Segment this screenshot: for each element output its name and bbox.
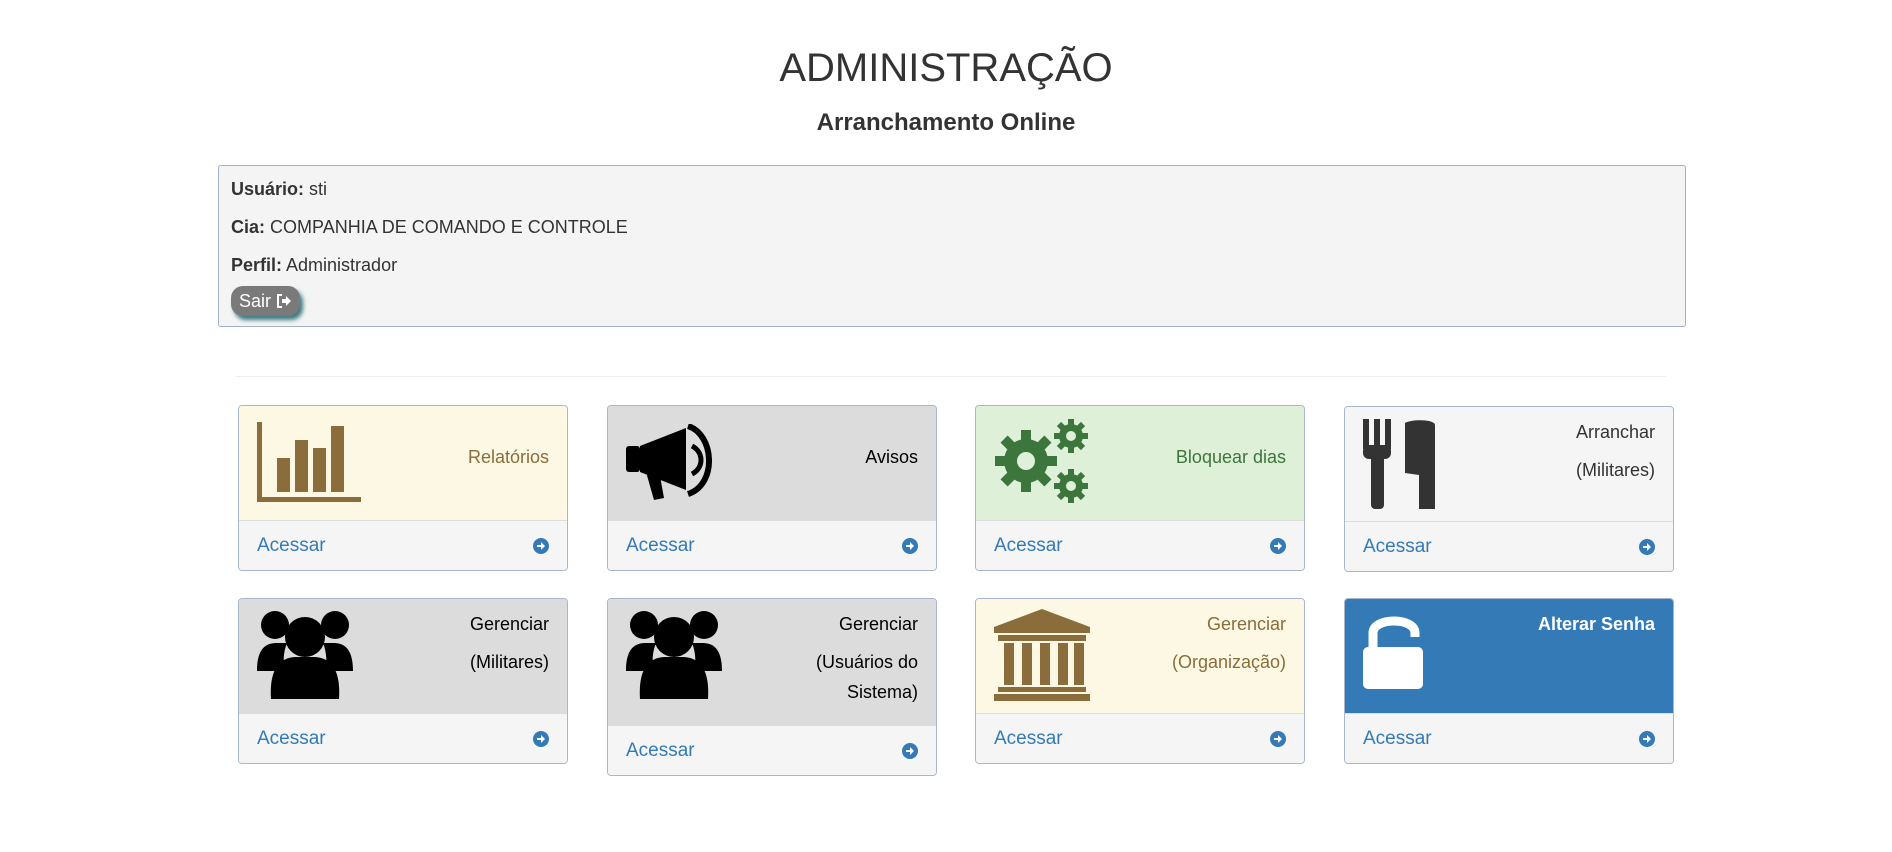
arrow-circle-right-icon <box>902 742 918 759</box>
access-label: Acessar <box>257 534 326 556</box>
cia-line: Cia: COMPANHIA DE COMANDO E CONTROLE <box>231 216 1673 238</box>
arrow-circle-right-icon <box>533 537 549 554</box>
logout-label: Sair <box>239 291 272 311</box>
card-heading: Bloquear dias <box>976 406 1304 520</box>
card-heading: Avisos <box>608 406 936 520</box>
access-link-relatorios[interactable]: Acessar <box>239 520 567 570</box>
cia-label: Cia: <box>231 217 266 237</box>
access-link-gerenciar-usuarios[interactable]: Acessar <box>608 725 936 775</box>
access-link-arranchar[interactable]: Acessar <box>1345 521 1673 571</box>
arrow-circle-right-icon <box>1639 730 1655 747</box>
profile-line: Perfil: Administrador <box>231 254 1673 276</box>
profile-value: Administrador <box>286 255 398 275</box>
access-label: Acessar <box>257 727 326 749</box>
access-link-gerenciar-militares[interactable]: Acessar <box>239 713 567 763</box>
logout-button[interactable]: Sair <box>231 286 301 316</box>
card-arranchar: Arranchar (Militares) Acessar <box>1344 406 1674 572</box>
gears-icon <box>995 419 1088 503</box>
card-relatorios: Relatórios Acessar <box>238 405 568 571</box>
sign-out-icon <box>277 294 292 308</box>
bar-chart-icon <box>257 422 361 502</box>
arrow-circle-right-icon <box>1639 538 1655 555</box>
users-icon <box>257 611 353 699</box>
user-line: Usuário: sti <box>231 178 1673 200</box>
arrow-circle-right-icon <box>1270 730 1286 747</box>
profile-label: Perfil: <box>231 255 283 275</box>
access-label: Acessar <box>1363 535 1432 557</box>
card-bloquear-dias: Bloquear dias Acessar <box>975 405 1305 571</box>
user-value: sti <box>309 179 328 199</box>
card-alterar-senha: Alterar Senha Acessar <box>1344 598 1674 764</box>
card-gerenciar-usuarios: Gerenciar (Usuários do Sistema) Acessar <box>607 598 937 776</box>
bank-icon <box>994 609 1090 701</box>
divider <box>236 376 1666 377</box>
card-heading: Gerenciar (Organização) <box>976 599 1304 713</box>
users-icon <box>626 611 722 699</box>
access-link-bloquear-dias[interactable]: Acessar <box>976 520 1304 570</box>
unlock-icon <box>1363 616 1423 689</box>
arrow-circle-right-icon <box>902 537 918 554</box>
page-subtitle: Arranchamento Online <box>816 109 1076 136</box>
card-heading: Gerenciar (Militares) <box>239 599 567 713</box>
access-link-gerenciar-organizacao[interactable]: Acessar <box>976 713 1304 763</box>
access-link-alterar-senha[interactable]: Acessar <box>1345 713 1673 763</box>
access-label: Acessar <box>994 727 1063 749</box>
card-heading: Arranchar (Militares) <box>1345 407 1673 521</box>
card-heading: Alterar Senha <box>1345 599 1673 713</box>
card-gerenciar-militares: Gerenciar (Militares) Acessar <box>238 598 568 764</box>
access-label: Acessar <box>626 739 695 761</box>
user-label: Usuário: <box>231 179 305 199</box>
card-heading: Gerenciar (Usuários do Sistema) <box>608 599 936 725</box>
cia-value: COMPANHIA DE COMANDO E CONTROLE <box>270 217 628 237</box>
cutlery-icon <box>1363 419 1435 509</box>
card-avisos: Avisos Acessar <box>607 405 937 571</box>
card-gerenciar-organizacao: Gerenciar (Organização) Acessar <box>975 598 1305 764</box>
access-label: Acessar <box>994 534 1063 556</box>
access-label: Acessar <box>1363 727 1432 749</box>
access-link-avisos[interactable]: Acessar <box>608 520 936 570</box>
card-heading: Relatórios <box>239 406 567 520</box>
user-info-panel: Usuário: sti Cia: COMPANHIA DE COMANDO E… <box>218 165 1686 327</box>
arrow-circle-right-icon <box>533 730 549 747</box>
access-label: Acessar <box>626 534 695 556</box>
arrow-circle-right-icon <box>1270 537 1286 554</box>
page-title: ADMINISTRAÇÃO <box>779 46 1113 90</box>
megaphone-icon <box>626 424 712 500</box>
